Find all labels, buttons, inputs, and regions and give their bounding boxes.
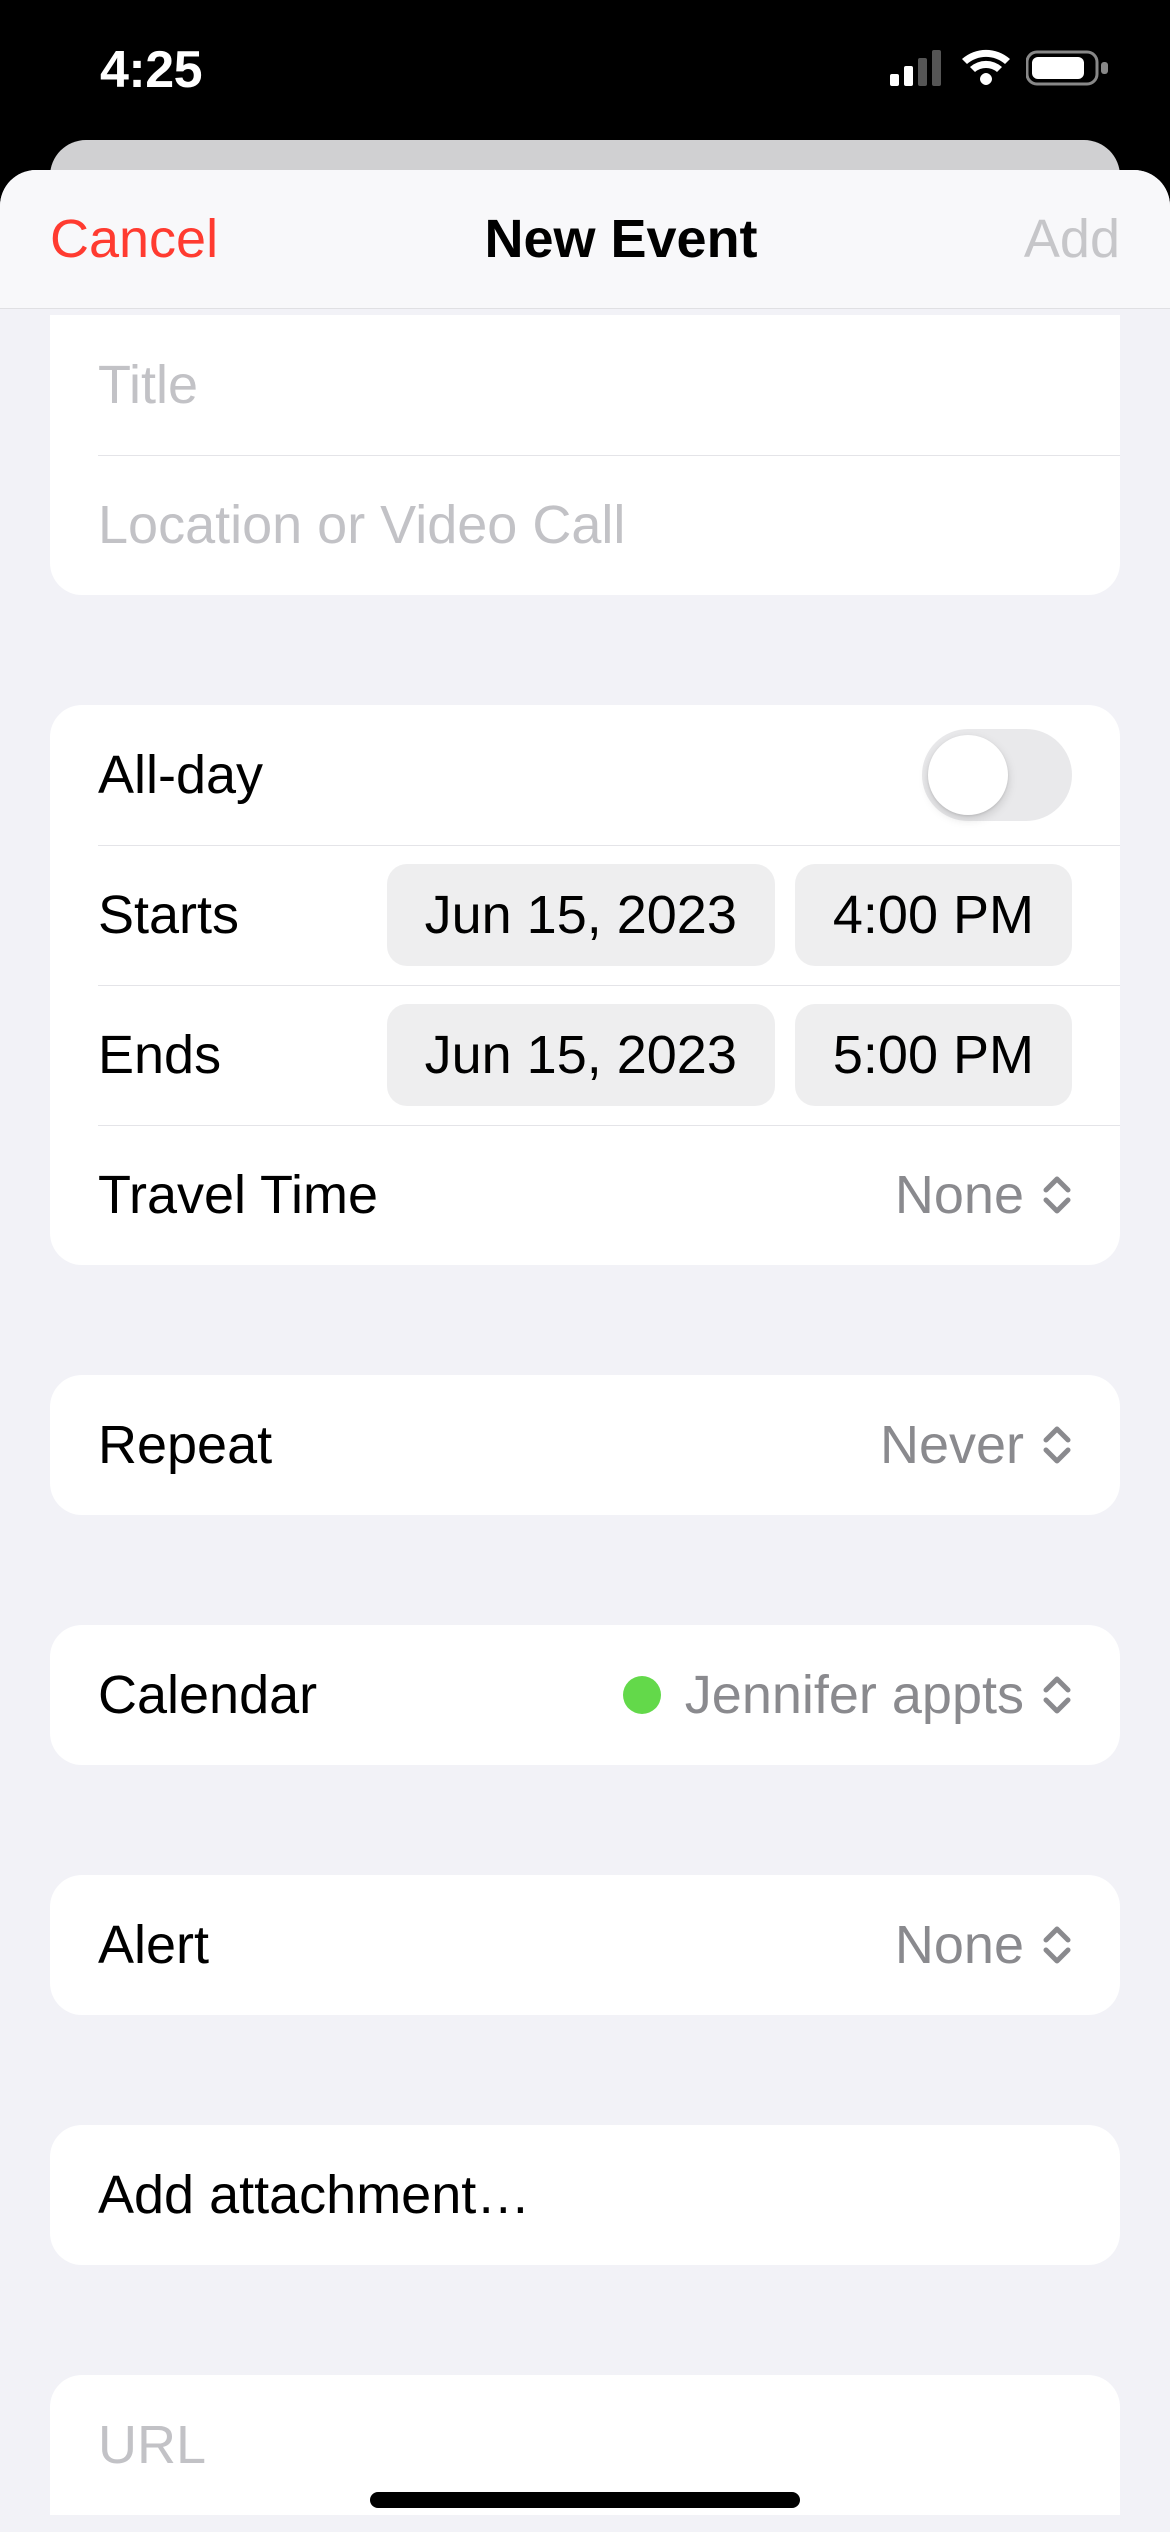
status-bar: 4:25 — [0, 0, 1170, 140]
repeat-value: Never — [880, 1414, 1024, 1476]
title-location-group: Title Location or Video Call — [50, 315, 1120, 595]
starts-date-picker[interactable]: Jun 15, 2023 — [387, 864, 775, 966]
ends-date-picker[interactable]: Jun 15, 2023 — [387, 1004, 775, 1106]
status-time: 4:25 — [100, 40, 202, 100]
ends-row: Ends Jun 15, 2023 5:00 PM — [50, 985, 1120, 1125]
wifi-icon — [960, 49, 1012, 92]
travel-time-label: Travel Time — [98, 1164, 378, 1226]
add-attachment-row[interactable]: Add attachment… — [50, 2125, 1120, 2265]
time-group: All-day Starts Jun 15, 2023 4:00 PM Ends… — [50, 705, 1120, 1265]
sheet-header: Cancel New Event Add — [0, 170, 1170, 309]
cancel-button[interactable]: Cancel — [50, 208, 218, 270]
title-input[interactable]: Title — [98, 354, 1072, 416]
ends-label: Ends — [98, 1024, 221, 1086]
calendar-group: Calendar Jennifer appts — [50, 1625, 1120, 1765]
travel-time-value: None — [895, 1164, 1024, 1226]
starts-row: Starts Jun 15, 2023 4:00 PM — [50, 845, 1120, 985]
updown-icon — [1042, 1925, 1072, 1965]
allday-toggle[interactable] — [922, 729, 1072, 821]
battery-icon — [1026, 48, 1110, 93]
new-event-sheet: Cancel New Event Add Title Location or V… — [0, 170, 1170, 2532]
attachment-group: Add attachment… — [50, 2125, 1120, 2265]
repeat-label: Repeat — [98, 1414, 272, 1476]
repeat-group: Repeat Never — [50, 1375, 1120, 1515]
cellular-signal-icon — [890, 50, 946, 91]
starts-time-picker[interactable]: 4:00 PM — [795, 864, 1072, 966]
updown-icon — [1042, 1425, 1072, 1465]
travel-time-row[interactable]: Travel Time None — [50, 1125, 1120, 1265]
calendar-color-dot — [623, 1676, 661, 1714]
repeat-row[interactable]: Repeat Never — [50, 1375, 1120, 1515]
updown-icon — [1042, 1675, 1072, 1715]
starts-label: Starts — [98, 884, 239, 946]
updown-icon — [1042, 1175, 1072, 1215]
alert-group: Alert None — [50, 1875, 1120, 2015]
add-attachment-label: Add attachment… — [98, 2164, 530, 2226]
calendar-value: Jennifer appts — [685, 1664, 1024, 1726]
allday-row: All-day — [50, 705, 1120, 845]
sheet-title: New Event — [484, 208, 757, 270]
ends-time-picker[interactable]: 5:00 PM — [795, 1004, 1072, 1106]
location-input[interactable]: Location or Video Call — [98, 494, 1072, 556]
status-icons — [890, 48, 1110, 93]
toggle-knob — [928, 735, 1008, 815]
title-row[interactable]: Title — [50, 315, 1120, 455]
alert-label: Alert — [98, 1914, 209, 1976]
allday-label: All-day — [98, 744, 263, 806]
calendar-row[interactable]: Calendar Jennifer appts — [50, 1625, 1120, 1765]
calendar-label: Calendar — [98, 1664, 317, 1726]
url-input[interactable]: URL — [98, 2414, 1072, 2476]
location-row[interactable]: Location or Video Call — [50, 455, 1120, 595]
home-indicator[interactable] — [370, 2492, 800, 2508]
sheet-body[interactable]: Title Location or Video Call All-day Sta… — [0, 309, 1170, 2532]
alert-value: None — [895, 1914, 1024, 1976]
alert-row[interactable]: Alert None — [50, 1875, 1120, 2015]
add-button[interactable]: Add — [1024, 208, 1120, 270]
